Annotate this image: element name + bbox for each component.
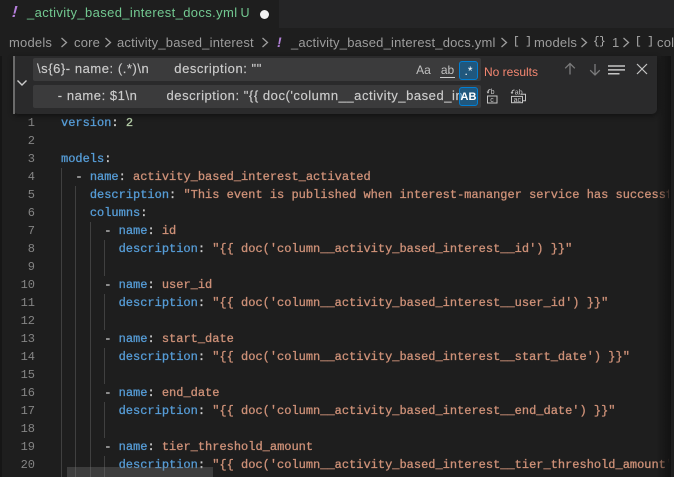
- svg-text:c: c: [490, 97, 494, 104]
- svg-text:ab: ab: [515, 89, 523, 96]
- svg-text:b: b: [491, 89, 495, 96]
- svg-text:ac: ac: [514, 97, 522, 104]
